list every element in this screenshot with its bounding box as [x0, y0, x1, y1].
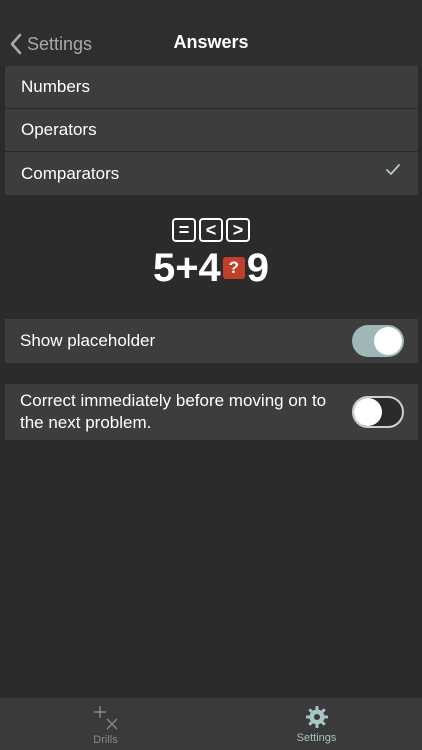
show-placeholder-label: Show placeholder — [20, 331, 156, 350]
equals-symbol: = — [172, 218, 196, 242]
operand-right: 4 — [198, 246, 221, 290]
navigation-bar: Settings Answers — [0, 0, 422, 66]
operator: + — [175, 246, 199, 290]
show-placeholder-row: Show placeholder — [5, 319, 418, 363]
answer-type-comparators[interactable]: Comparators — [5, 152, 418, 195]
less-than-symbol: < — [199, 218, 223, 242]
answer-type-label: Comparators — [21, 163, 120, 183]
greater-than-symbol: > — [226, 218, 250, 242]
tab-settings[interactable]: Settings — [211, 698, 422, 750]
operand-left: 5 — [152, 246, 176, 290]
expression-result: 9 — [246, 246, 270, 290]
correct-immediately-label: Correct immediately before moving on to … — [20, 391, 327, 432]
tab-label: Drills — [93, 734, 118, 746]
example-expression: 5 + 4 ? 9 — [0, 246, 422, 290]
correct-immediately-toggle[interactable] — [352, 396, 404, 428]
answer-type-operators[interactable]: Operators — [5, 109, 418, 152]
toggle-knob — [374, 327, 402, 355]
answer-type-list: Numbers Operators Comparators — [5, 66, 418, 195]
gear-icon — [305, 706, 328, 728]
tab-label: Settings — [296, 732, 337, 744]
answer-type-numbers[interactable]: Numbers — [5, 66, 418, 109]
correct-immediately-row: Correct immediately before moving on to … — [5, 384, 418, 440]
answer-type-label: Operators — [21, 120, 97, 139]
checkmark-icon — [386, 164, 400, 175]
answer-preview: = < > 5 + 4 ? 9 — [0, 218, 422, 290]
show-placeholder-toggle[interactable] — [352, 325, 404, 357]
plus-times-icon — [93, 706, 117, 730]
toggle-knob — [354, 398, 382, 426]
answer-type-label: Numbers — [21, 77, 90, 96]
placeholder-question-icon: ? — [222, 257, 245, 279]
comparator-symbols: = < > — [0, 218, 422, 242]
tab-drills[interactable]: Drills — [0, 698, 211, 750]
tab-bar: Drills Settings — [0, 698, 422, 750]
page-title: Answers — [173, 32, 249, 52]
